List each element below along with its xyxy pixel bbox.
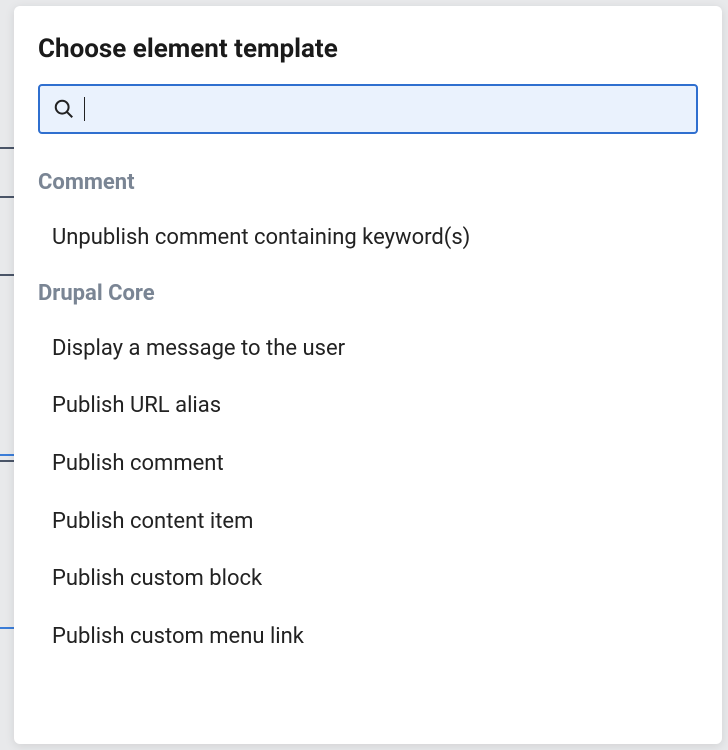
list-item[interactable]: Publish custom menu link xyxy=(38,608,712,666)
dialog-title: Choose element template xyxy=(14,34,722,84)
list-item[interactable]: Publish comment xyxy=(38,435,712,493)
list-item[interactable]: Publish URL alias xyxy=(38,377,712,435)
search-box[interactable] xyxy=(38,84,698,134)
search-input[interactable] xyxy=(85,98,684,121)
group-header-comment: Comment xyxy=(38,156,712,209)
choose-element-template-dialog: Choose element template Comment Unpublis… xyxy=(14,6,722,744)
list-item[interactable]: Unpublish comment containing keyword(s) xyxy=(38,209,712,267)
list-item[interactable]: Publish content item xyxy=(38,493,712,551)
group-header-drupal-core: Drupal Core xyxy=(38,267,712,320)
list-item[interactable]: Display a message to the user xyxy=(38,320,712,378)
search-container xyxy=(14,84,722,150)
list-item[interactable]: Publish custom block xyxy=(38,550,712,608)
template-list[interactable]: Comment Unpublish comment containing key… xyxy=(14,150,722,744)
search-icon xyxy=(52,97,76,121)
